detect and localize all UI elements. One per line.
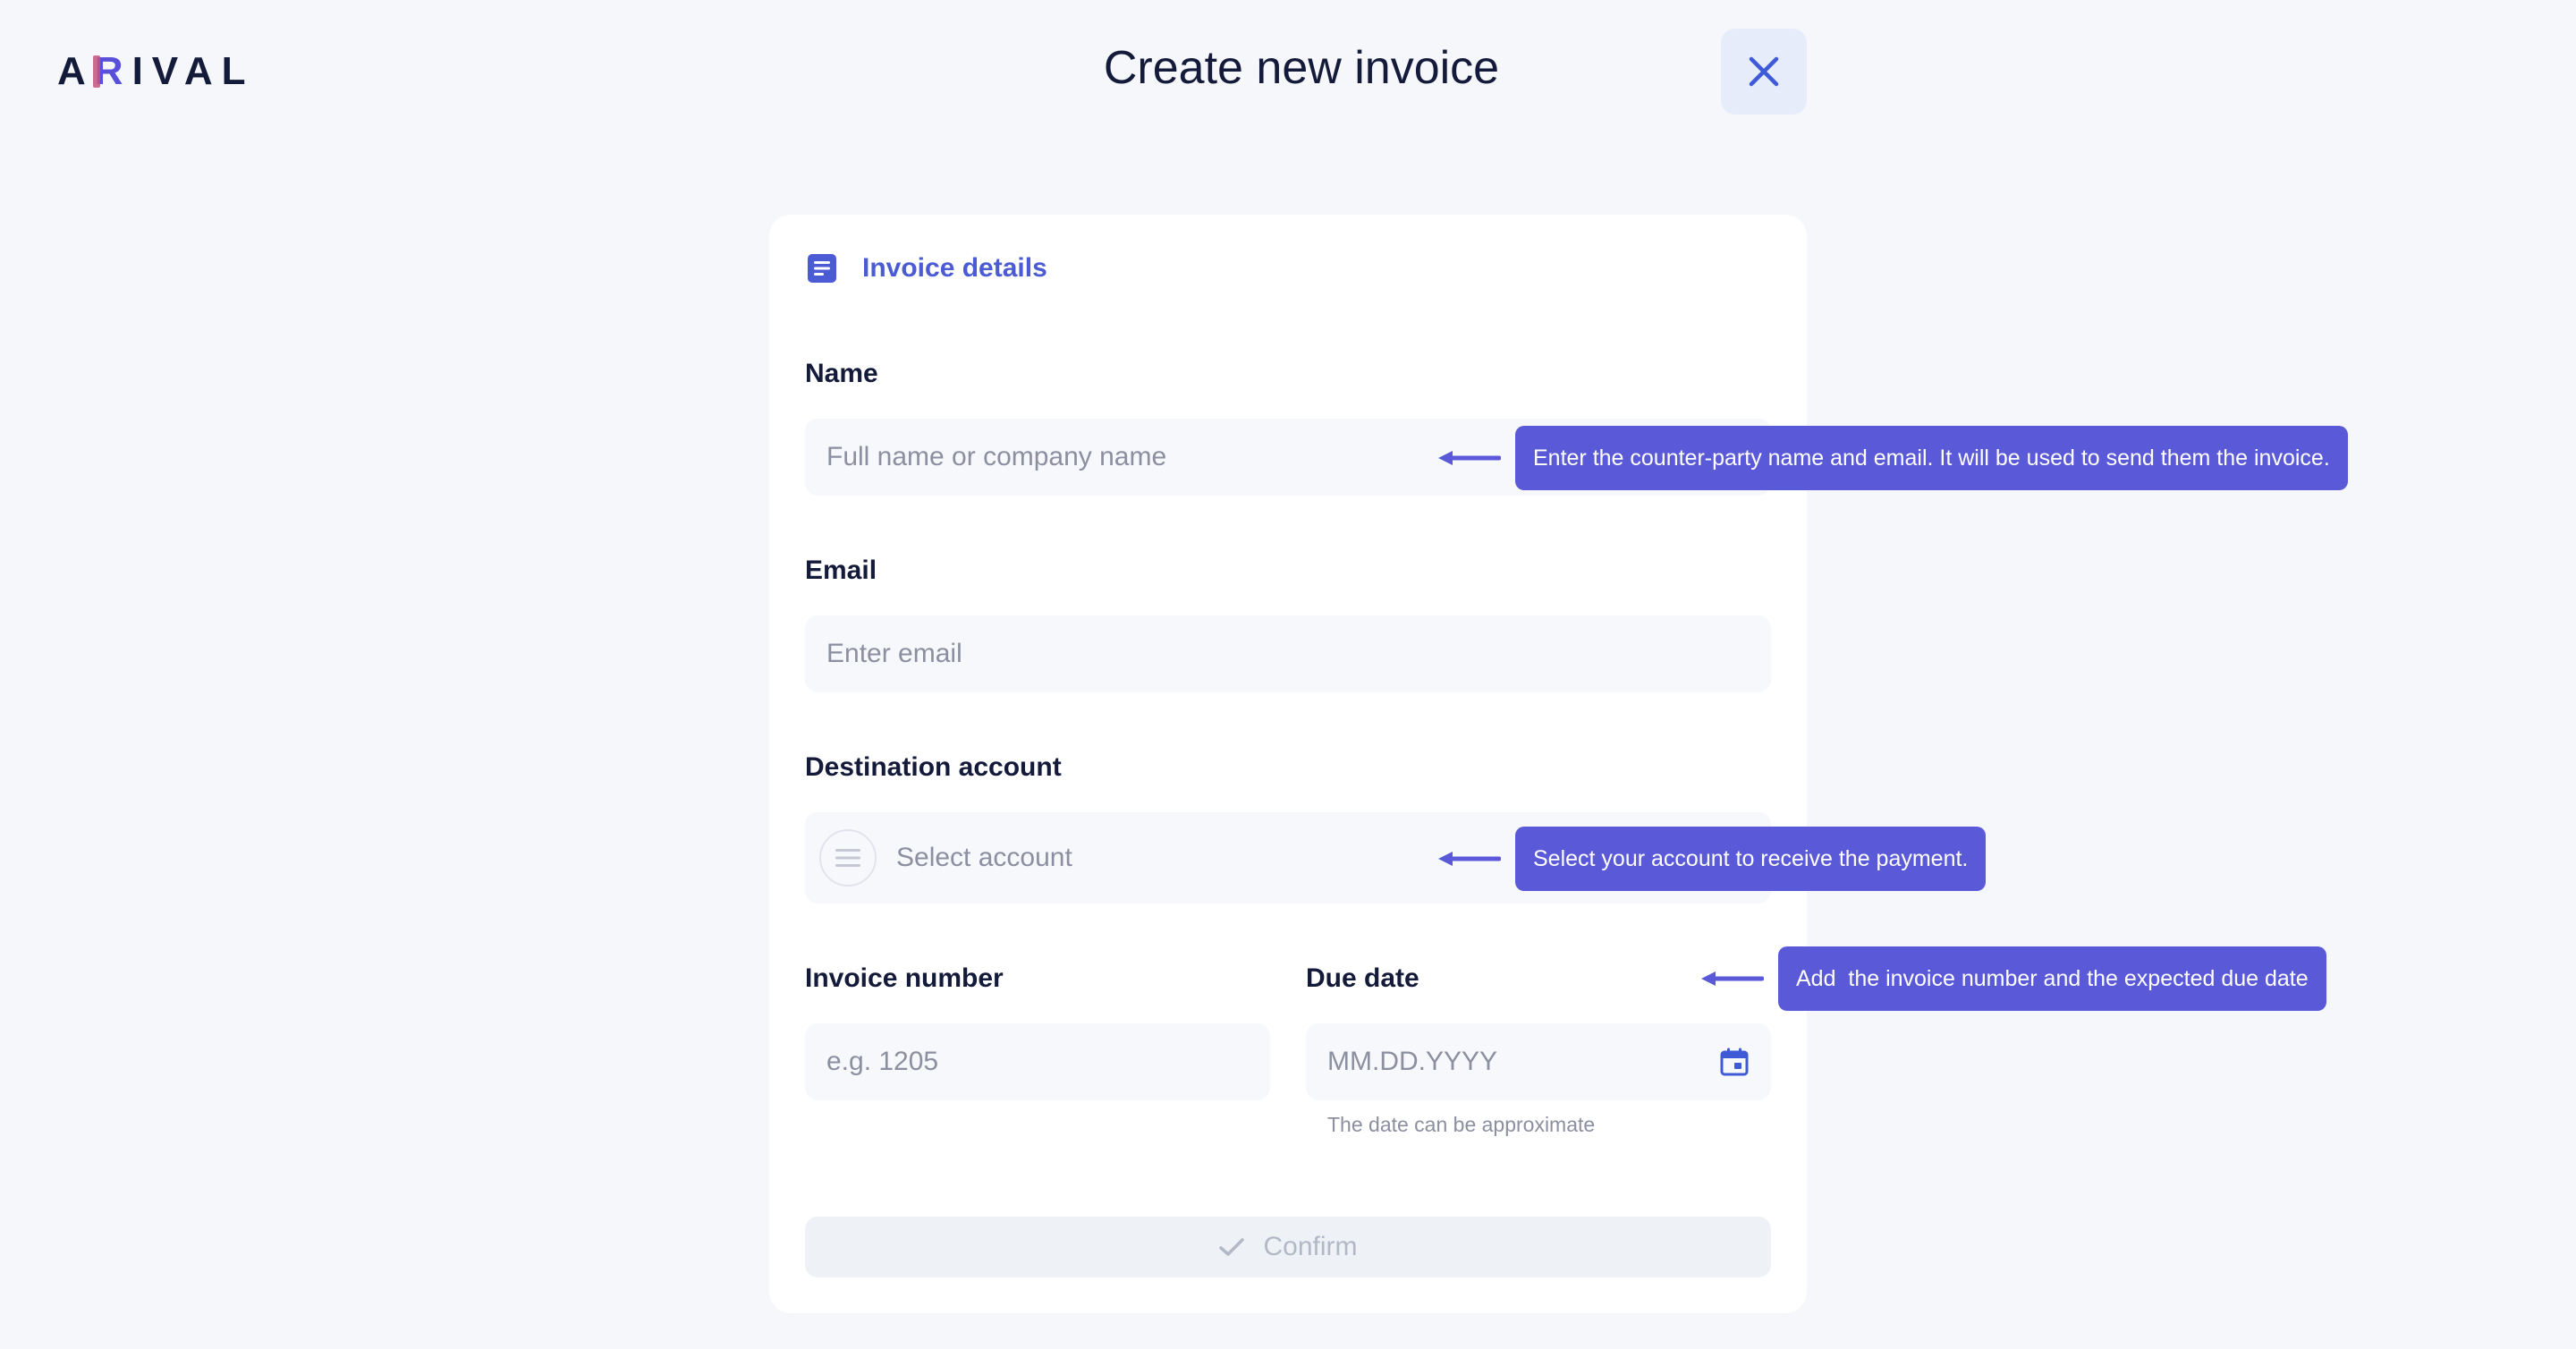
check-icon xyxy=(1219,1238,1245,1256)
calendar-icon[interactable] xyxy=(1719,1047,1750,1077)
close-icon xyxy=(1749,56,1779,87)
arival-logo[interactable]: A R IVAL xyxy=(57,50,255,93)
section-title: Invoice details xyxy=(862,253,1047,283)
confirm-button[interactable]: Confirm xyxy=(805,1217,1771,1277)
invoice-form-card: Invoice details Name Email Destination a… xyxy=(769,215,1807,1313)
due-date-hint: The date can be approximate xyxy=(1327,1113,1596,1136)
destination-account-label: Destination account xyxy=(805,752,1062,782)
list-icon xyxy=(835,849,860,867)
email-label: Email xyxy=(805,556,877,585)
section-header: Invoice details xyxy=(807,250,1047,286)
logo-text-accent: R xyxy=(92,49,132,93)
arrow-left-icon xyxy=(1438,451,1501,465)
email-input[interactable] xyxy=(805,615,1771,692)
document-icon xyxy=(808,254,836,283)
invoice-number-input[interactable] xyxy=(805,1023,1270,1100)
arrow-left-icon xyxy=(1438,852,1501,866)
page-title: Create new invoice xyxy=(1103,42,1500,94)
account-placeholder-avatar xyxy=(819,829,877,887)
destination-account-placeholder: Select account xyxy=(896,843,1072,872)
logo-text-start: A xyxy=(57,49,95,93)
close-button[interactable] xyxy=(1721,29,1807,115)
invoice-number-label: Invoice number xyxy=(805,963,1004,993)
name-email-tooltip: Enter the counter-party name and email. … xyxy=(1515,426,2348,490)
arrow-left-icon xyxy=(1701,971,1764,986)
confirm-label: Confirm xyxy=(1263,1232,1358,1261)
invoice-due-date-tooltip: Add the invoice number and the expected … xyxy=(1778,946,2326,1011)
name-label: Name xyxy=(805,359,878,388)
logo-text-end: IVAL xyxy=(131,49,255,93)
invoice-page: A R IVAL Create new invoice Invoice detail… xyxy=(0,0,2576,1349)
due-date-label: Due date xyxy=(1306,963,1419,993)
account-tooltip: Select your account to receive the payme… xyxy=(1515,827,1987,891)
due-date-input[interactable] xyxy=(1306,1023,1771,1100)
